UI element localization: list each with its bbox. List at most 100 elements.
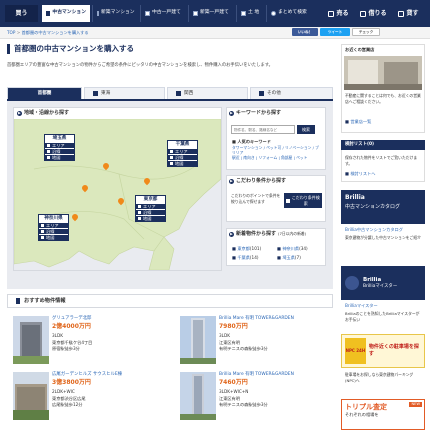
tab-label: 新築一戸建て — [200, 10, 229, 16]
store-link-text: 営業店一覧 — [350, 119, 372, 124]
square-icon — [41, 224, 44, 227]
property-details: 3LDK 江東区有明 有明テニスの森駅徒歩3分 — [219, 333, 268, 353]
property-details: 2LDK+WIC 東京都渋谷区広尾 広尾駅徒歩12分 — [52, 389, 86, 409]
rent-label: 借りる — [368, 9, 387, 17]
new-item-label: 埼玉県 — [282, 255, 295, 260]
facebook-like-button[interactable]: いいね！ — [292, 28, 318, 36]
checkbox-icon — [193, 11, 198, 16]
square-icon — [47, 150, 50, 153]
store-list-link[interactable]: ■ 営業店一覧 — [345, 119, 371, 124]
checkbox-icon — [145, 11, 150, 16]
keyword-search-button[interactable]: 検索 — [297, 125, 315, 134]
tab-other[interactable]: その他 — [250, 87, 333, 99]
tweet-button[interactable]: ツイート — [320, 28, 350, 36]
property-card[interactable]: Brillia Mare 有明 TOWER&GARDEN 7460万円 3LDK… — [180, 372, 330, 425]
line-link-label: 沿線 — [143, 209, 152, 215]
property-details: 3LDK+WIC+N 江東区有明 有明テニスの森駅徒歩3分 — [219, 389, 268, 409]
property-details: 3LDK 東京都千駄ケ谷4丁目 原宿駅徒歩3分 — [52, 333, 92, 353]
buy-label: 買う — [15, 9, 28, 17]
meister-desc: Brilliaのことを熟知したBrilliaマイスターがお手伝い — [345, 311, 420, 322]
map-link[interactable]: 地図 — [39, 234, 68, 240]
banner-brand: Brillia — [345, 194, 365, 201]
keyword-link[interactable]: ペット — [296, 155, 307, 160]
map-link-label: 地図 — [175, 160, 184, 166]
breadcrumb-home[interactable]: TOP — [7, 30, 15, 35]
tweet-label: ツイート — [327, 29, 343, 34]
keyword-heading-text: キーワードから探す — [236, 110, 282, 116]
house-icon — [328, 10, 335, 17]
recommended-heading: おすすめ物件情報 — [7, 294, 333, 308]
property-name: 広尾ガーデンヒルズ サウスヒルE棟 — [52, 372, 123, 377]
new-item-saitama[interactable]: ■ 埼玉県(7) — [277, 255, 301, 260]
meister-banner[interactable]: Brillia Brilliaマイスター — [341, 266, 425, 300]
catalog-banner[interactable]: Brillia 中古マンションカタログ — [341, 190, 425, 224]
page-title: 首都圏の中古マンションを購入する — [7, 44, 134, 54]
store-photo — [344, 56, 422, 90]
tab-new-mansion[interactable]: 新築マンション — [92, 5, 138, 22]
checkbox-icon — [46, 11, 51, 16]
sell-button[interactable]: 売る — [322, 4, 355, 23]
keyword-search-input[interactable] — [231, 125, 295, 134]
tab-kansai[interactable]: 関西 — [167, 87, 248, 99]
recommended-heading-text: おすすめ物件情報 — [24, 297, 66, 304]
square-icon — [138, 205, 141, 208]
condition-button-label: こだわり条件検索 — [291, 195, 320, 206]
property-card[interactable]: Brillia Mare 有明 TOWER&GARDEN 7980万円 3LDK… — [180, 316, 330, 369]
history-link-text: 検討リストへ — [350, 171, 376, 176]
keyword-link[interactable]: 南向き — [243, 155, 254, 160]
line-link-label: 沿線 — [52, 148, 61, 154]
meister-link[interactable]: Brilliaマイスター — [345, 303, 378, 308]
tab-used-mansion[interactable]: 中古マンション — [42, 5, 90, 22]
checkbox-icon — [176, 91, 181, 96]
arrow-icon: ▶ — [17, 110, 22, 116]
map-link[interactable]: 地図 — [168, 160, 197, 166]
tab-tokai[interactable]: 東海 — [84, 87, 165, 99]
buy-button[interactable]: 買う — [5, 5, 38, 22]
tab-label: まとめて検索 — [278, 10, 307, 16]
keyword-link[interactable]: リフォーム — [258, 155, 277, 160]
lease-button[interactable]: 貸す — [392, 4, 425, 23]
property-photo — [13, 372, 49, 420]
rent-button[interactable]: 借りる — [357, 4, 390, 23]
tab-used-house[interactable]: 中古一戸建て — [140, 5, 186, 22]
new-item-count: (14) — [249, 255, 259, 260]
property-name: Brillia Mare 有明 TOWER&GARDEN — [219, 372, 294, 377]
map-link[interactable]: 地図 — [45, 154, 74, 160]
catalog-desc: 東京建物が分譲した中古マンションをご紹介 — [345, 235, 421, 240]
new-heading: ▶ 新着物件から探す (7日以内の新着) — [229, 231, 306, 238]
keyword-link[interactable]: 角部屋 — [281, 155, 292, 160]
banner-title: Brilliaマイスター — [363, 283, 398, 289]
line-link-label: 沿線 — [46, 228, 55, 234]
tab-label: 土 地 — [248, 10, 260, 16]
new-item-kanagawa[interactable]: ■ 神奈川県(34) — [277, 246, 308, 251]
area-link-label: エリア — [143, 203, 156, 209]
area-name: 東京都 — [143, 197, 158, 202]
property-card[interactable]: 広尾ガーデンヒルズ サウスヒルE棟 3億3800万円 2LDK+WIC 東京都渋谷… — [13, 372, 173, 425]
tab-bulk-search[interactable]: まとめて検索 — [266, 5, 316, 22]
popular-keyword-title: ■ 人気のキーワード — [232, 139, 271, 144]
tab-label: 中古一戸建て — [152, 10, 181, 16]
keyword-link[interactable]: 駅近 — [232, 155, 240, 160]
new-heading-text: 新着物件から探す — [236, 231, 277, 237]
tab-label: 中古マンション — [52, 10, 86, 16]
area-name: 神奈川県 — [44, 216, 63, 221]
property-card[interactable]: グリュアラーデ北邸 2億4000万円 3LDK 東京都千駄ケ谷4丁目 原宿駅徒歩3分 — [13, 316, 173, 369]
tab-land[interactable]: 土 地 — [236, 5, 264, 22]
area-kanagawa: 神奈川県 エリア 沿線 地図 — [38, 214, 69, 241]
tab-shutoken[interactable]: 首都圏 — [7, 87, 82, 99]
tab-new-house[interactable]: 新築一戸建て — [188, 5, 234, 22]
check-button[interactable]: チェック — [352, 28, 380, 36]
condition-heading: ▶ こだわり条件から探す — [229, 178, 286, 185]
parking-banner[interactable]: NPC 24H 物件近くの駐車場を探す — [341, 334, 425, 368]
map-link-label: 地図 — [46, 234, 55, 240]
keyword-links: 駅近 | 南向き | リフォーム | 角部屋 | ペット — [232, 155, 308, 160]
triple-assessment-banner[interactable]: NEW トリプル査定 それぞれの相場を — [341, 399, 425, 430]
history-link[interactable]: ■ 検討リストへ — [345, 171, 375, 176]
new-item-tokyo[interactable]: ■ 東京都(101) — [232, 246, 261, 251]
new-item-chiba[interactable]: ■ 千葉県(14) — [232, 255, 259, 260]
area-name: 千葉県 — [175, 142, 190, 147]
map-link[interactable]: 地図 — [136, 215, 165, 221]
condition-desc: こだわりのポイントで条件を絞り込んで探せます — [231, 193, 281, 204]
catalog-link[interactable]: Brillia中古マンションカタログ — [345, 227, 403, 232]
condition-search-button[interactable]: こだわり条件検索 — [284, 193, 322, 208]
